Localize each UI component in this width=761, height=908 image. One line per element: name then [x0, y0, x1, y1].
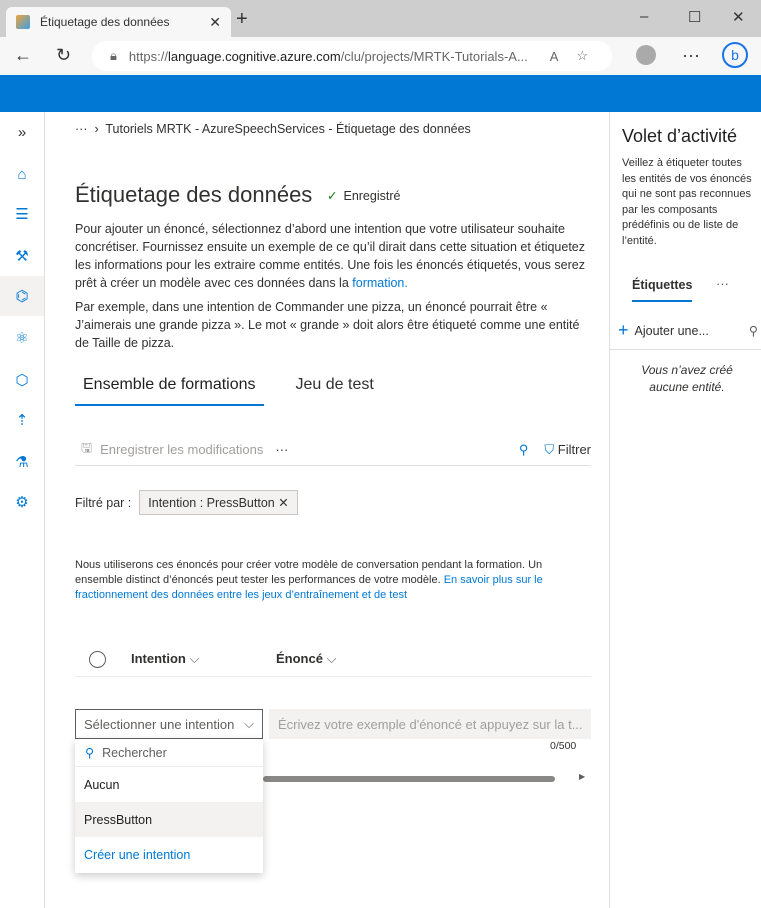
minimize-button[interactable]: –: [640, 8, 648, 25]
breadcrumb-path[interactable]: Tutoriels MRTK - AzureSpeechServices - É…: [105, 122, 470, 136]
command-bar: 🖫 Enregistrer les modifications ··· ⚲ ⛉ …: [75, 434, 591, 466]
status-badge: ✓ Enregistré: [327, 188, 400, 203]
col-utterance[interactable]: Énoncé ⌵: [276, 651, 336, 667]
save-button[interactable]: Enregistrer les modifications: [100, 442, 263, 457]
search-icon: ⚲: [85, 746, 95, 760]
activity-desc: Veillez à étiqueter toutes les entités d…: [622, 157, 752, 247]
close-tab-icon[interactable]: ✕: [209, 14, 221, 31]
add-entity-button[interactable]: Ajouter une...: [635, 324, 709, 338]
info-text: Nous utiliserons ces énoncés pour créer …: [75, 558, 575, 603]
intent-select[interactable]: Sélectionner une intention ⌵: [75, 709, 263, 739]
favicon-icon: [16, 15, 30, 29]
table-header: Intention ⌵ Énoncé ⌵: [75, 642, 591, 677]
training-link[interactable]: formation.: [352, 276, 408, 290]
remove-filter-icon[interactable]: ✕: [278, 496, 288, 510]
more-menu-icon[interactable]: ···: [682, 45, 700, 66]
bing-icon[interactable]: b: [722, 42, 748, 68]
favorite-icon[interactable]: ☆: [576, 48, 588, 64]
app-header: [0, 75, 761, 112]
tab-training-set[interactable]: Ensemble de formations: [75, 374, 264, 406]
dropdown-search[interactable]: ⚲ Rechercher: [75, 739, 263, 767]
filter-label: Filtrer: [557, 441, 591, 457]
tab-test-set[interactable]: Jeu de test: [288, 374, 382, 406]
create-intent-link[interactable]: Créer une intention: [75, 837, 263, 872]
read-aloud-icon[interactable]: A: [550, 49, 559, 64]
model-icon[interactable]: ⬡: [0, 360, 44, 400]
save-icon: 🖫: [81, 439, 93, 455]
url-prefix: https://: [128, 48, 168, 64]
breadcrumb-more[interactable]: ···: [75, 122, 88, 136]
activity-pane: Volet d’activité Veillez à étiqueter tou…: [609, 112, 761, 908]
description: Pour ajouter un énoncé, sélectionnez d’a…: [75, 220, 595, 352]
tabs: Ensemble de formations Jeu de test: [75, 374, 382, 406]
page-title: Étiquetage des données: [75, 182, 313, 207]
schema-icon[interactable]: ☰: [0, 194, 44, 234]
filter-row: Filtré par : Intention : PressButton ✕: [75, 490, 298, 515]
filter-button[interactable]: ⛉ Filtrer: [544, 442, 591, 458]
add-entity-row: + Ajouter une... ⚲: [618, 320, 758, 341]
data-labeling-icon[interactable]: ⌬: [0, 276, 44, 316]
filter-by-label: Filtré par :: [75, 495, 132, 510]
url-input[interactable]: 🔒︎ https://language.cognitive.azure.com /…: [92, 41, 612, 71]
tab-title: Étiquetage des données: [40, 15, 170, 29]
expand-nav-icon[interactable]: »: [0, 112, 44, 152]
lock-icon: 🔒︎: [110, 48, 117, 63]
desc-text: Pour ajouter un énoncé, sélectionnez d’a…: [75, 222, 586, 290]
profile-avatar[interactable]: [636, 45, 656, 65]
browser-tab-bar: Étiquetage des données ✕ + – ☐ ✕: [0, 0, 761, 37]
browser-tab[interactable]: Étiquetage des données ✕: [6, 7, 231, 37]
close-window-button[interactable]: ✕: [732, 8, 745, 26]
filter-icon: ⛉: [544, 441, 555, 457]
horizontal-scrollbar[interactable]: [263, 776, 555, 782]
char-count: 0/500: [550, 740, 577, 752]
deploy-icon[interactable]: ⇡: [0, 400, 44, 440]
col-utterance-label: Énoncé: [276, 651, 323, 666]
url-path: /clu/projects/MRTK-Tutorials-A...: [340, 48, 528, 64]
divider: [610, 349, 761, 350]
col-intent-label: Intention: [131, 651, 186, 666]
chevron-down-icon: ⌵: [244, 716, 254, 731]
scroll-right-icon[interactable]: ▶: [579, 772, 585, 781]
search-icon[interactable]: ⚲: [519, 442, 529, 458]
build-icon[interactable]: ⚒: [0, 236, 44, 276]
empty-state: Vous n’avez créé aucune entité.: [641, 363, 733, 394]
filter-chip-label: Intention : PressButton: [148, 496, 275, 510]
activity-title: Volet d’activité: [622, 126, 738, 146]
maximize-button[interactable]: ☐: [688, 8, 701, 26]
utterance-input[interactable]: Écrivez votre exemple d'énoncé et appuye…: [269, 709, 591, 739]
more-button[interactable]: ···: [716, 276, 729, 291]
main-content: ··· › Tutoriels MRTK - AzureSpeechServic…: [45, 112, 609, 908]
home-icon[interactable]: ⌂: [0, 154, 44, 194]
col-intent[interactable]: Intention ⌵: [131, 651, 276, 667]
chevron-down-icon: ⌵: [326, 651, 337, 666]
check-icon: ✓: [327, 189, 338, 203]
dropdown-option[interactable]: Aucun: [75, 767, 263, 802]
address-bar-row: ← ↻ 🔒︎ https://language.cognitive.azure.…: [0, 37, 761, 75]
training-icon[interactable]: ⚛: [0, 318, 44, 358]
refresh-icon[interactable]: ↻: [56, 45, 71, 66]
new-tab-button[interactable]: +: [236, 8, 248, 31]
filter-chip[interactable]: Intention : PressButton ✕: [139, 490, 298, 515]
more-button[interactable]: ···: [275, 442, 288, 457]
search-icon[interactable]: ⚲: [749, 323, 758, 338]
test-icon[interactable]: ⚗: [0, 442, 44, 482]
status-text: Enregistré: [343, 189, 401, 203]
intent-dropdown: ⚲ Rechercher Aucun PressButton Créer une …: [75, 739, 263, 873]
dropdown-search-placeholder: Rechercher: [102, 745, 167, 760]
left-nav: » ⌂ ☰ ⚒ ⌬ ⚛ ⬡ ⇡ ⚗ ⚙: [0, 112, 45, 908]
select-all-checkbox[interactable]: [89, 650, 106, 668]
back-icon[interactable]: ←: [14, 45, 32, 66]
settings-icon[interactable]: ⚙: [0, 482, 44, 522]
intent-select-label: Sélectionner une intention: [84, 716, 235, 732]
desc-example: Par exemple, dans une intention de Comma…: [75, 300, 580, 350]
url-host: language.cognitive.azure.com: [167, 48, 341, 64]
chevron-down-icon: ⌵: [189, 651, 200, 666]
tab-labels[interactable]: Étiquettes: [632, 278, 693, 302]
dropdown-option[interactable]: PressButton: [75, 802, 263, 837]
plus-icon: +: [618, 320, 629, 340]
breadcrumb: ··· › Tutoriels MRTK - AzureSpeechServic…: [75, 122, 471, 136]
